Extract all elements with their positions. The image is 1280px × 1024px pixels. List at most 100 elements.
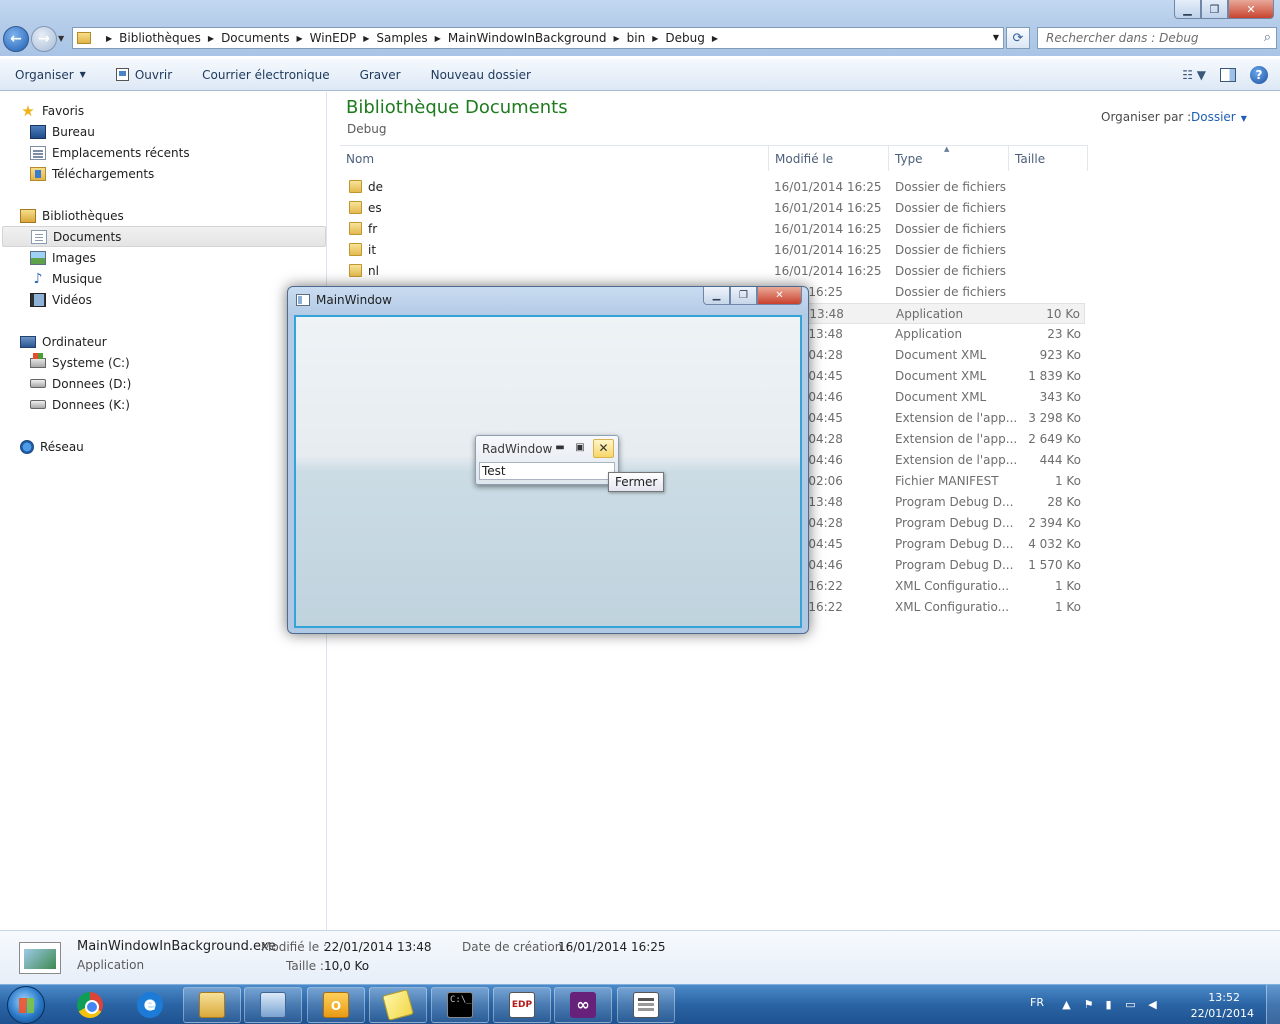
close-button[interactable]: ✕ bbox=[757, 287, 802, 305]
show-hidden-icons-icon[interactable]: ▲ bbox=[1060, 998, 1073, 1011]
column-label: Modifié le bbox=[775, 152, 834, 166]
arrange-by-dropdown[interactable]: Dossier ▼ bbox=[1191, 110, 1247, 124]
file-row[interactable]: it 16/01/2014 16:25 Dossier de fichiers bbox=[341, 240, 1085, 261]
column-header-size[interactable]: Taille bbox=[1009, 145, 1088, 171]
taskbar-windows-explorer[interactable] bbox=[183, 987, 241, 1023]
chevron-right-icon[interactable]: ▶ bbox=[208, 34, 214, 43]
breadcrumb-winedp[interactable]: WinEDP bbox=[310, 31, 357, 45]
recent-pages-dropdown[interactable]: ▼ bbox=[58, 34, 64, 43]
taskbar-micro-edp[interactable]: EDP bbox=[493, 987, 551, 1023]
maximize-button[interactable]: ❐ bbox=[730, 287, 757, 305]
rad-window-close-button[interactable]: ✕ bbox=[593, 439, 614, 458]
file-type: Fichier MANIFEST bbox=[895, 474, 999, 488]
column-header-modified[interactable]: Modifié le bbox=[769, 145, 889, 171]
nav-music[interactable]: ♪ Musique bbox=[30, 268, 103, 289]
search-placeholder: Rechercher dans : Debug bbox=[1046, 31, 1199, 45]
breadcrumb-mainwindowinbackground[interactable]: MainWindowInBackground bbox=[448, 31, 607, 45]
maximize-button[interactable]: ❐ bbox=[1201, 0, 1228, 19]
nav-network[interactable]: Réseau bbox=[20, 436, 84, 457]
rad-window-content: Test bbox=[479, 462, 615, 480]
open-button[interactable]: Ouvrir bbox=[101, 59, 187, 91]
clock-date[interactable]: 22/01/2014 bbox=[1191, 1007, 1254, 1020]
taskbar-command-prompt[interactable]: C:\_ bbox=[431, 987, 489, 1023]
back-button[interactable]: ← bbox=[3, 26, 29, 52]
show-desktop-button[interactable] bbox=[1266, 985, 1280, 1024]
minimize-button[interactable]: ▁ bbox=[1174, 0, 1201, 19]
taskbar-application[interactable] bbox=[617, 987, 675, 1023]
breadcrumb-libraries[interactable]: Bibliothèques bbox=[119, 31, 201, 45]
nav-drive-c[interactable]: Systeme (C:) bbox=[30, 352, 130, 373]
nav-documents[interactable]: Documents bbox=[2, 226, 326, 247]
taskbar-outlook[interactable]: O bbox=[307, 987, 365, 1023]
network-tray-icon[interactable]: ▭ bbox=[1124, 998, 1137, 1011]
open-label: Ouvrir bbox=[134, 67, 173, 82]
help-icon[interactable]: ? bbox=[1250, 66, 1268, 84]
nav-drive-k[interactable]: Donnees (K:) bbox=[30, 394, 130, 415]
nav-label: Images bbox=[52, 250, 96, 265]
rad-window-minimize-button[interactable]: ▬ bbox=[553, 440, 567, 456]
breadcrumb-debug[interactable]: Debug bbox=[665, 31, 704, 45]
address-history-dropdown[interactable]: ▼ bbox=[993, 33, 999, 42]
taskbar-internet-explorer[interactable]: e bbox=[121, 987, 179, 1023]
preview-pane-icon[interactable] bbox=[1220, 68, 1236, 82]
taskbar-network-connections[interactable] bbox=[244, 987, 302, 1023]
nav-computer[interactable]: Ordinateur bbox=[20, 331, 107, 352]
nav-images[interactable]: Images bbox=[30, 247, 96, 268]
change-view-icon[interactable]: ☷ ▼ bbox=[1182, 68, 1206, 82]
chevron-right-icon[interactable]: ▶ bbox=[712, 34, 718, 43]
chevron-right-icon[interactable]: ▶ bbox=[363, 34, 369, 43]
search-input[interactable]: Rechercher dans : Debug ⌕ bbox=[1037, 27, 1277, 49]
nav-favorites[interactable]: ★ Favoris bbox=[20, 100, 84, 121]
nav-downloads[interactable]: Téléchargements bbox=[30, 163, 154, 184]
volume-icon[interactable]: ◀ bbox=[1146, 998, 1159, 1011]
search-icon[interactable]: ⌕ bbox=[1264, 30, 1271, 45]
images-icon bbox=[30, 250, 46, 265]
file-type: Document XML bbox=[895, 390, 987, 404]
breadcrumb-documents[interactable]: Documents bbox=[221, 31, 289, 45]
nav-drive-d[interactable]: Donnees (D:) bbox=[30, 373, 131, 394]
power-icon[interactable]: ▮ bbox=[1102, 998, 1115, 1011]
file-type: Program Debug D... bbox=[895, 537, 1014, 551]
action-center-icon[interactable]: ⚑ bbox=[1082, 998, 1095, 1011]
file-type: Dossier de fichiers bbox=[895, 222, 1007, 236]
breadcrumb-bin[interactable]: bin bbox=[627, 31, 646, 45]
chevron-right-icon[interactable]: ▶ bbox=[435, 34, 441, 43]
rad-window-maximize-button[interactable]: ▣ bbox=[573, 440, 587, 456]
rad-window[interactable]: RadWindow ▬ ▣ ✕ Test bbox=[475, 435, 619, 485]
organize-button[interactable]: Organiser ▼ bbox=[0, 59, 101, 91]
language-indicator[interactable]: FR bbox=[1030, 996, 1044, 1009]
nav-videos[interactable]: Vidéos bbox=[30, 289, 92, 310]
minimize-button[interactable]: ▁ bbox=[703, 287, 730, 305]
clock-time[interactable]: 13:52 bbox=[1208, 991, 1240, 1004]
new-folder-button[interactable]: Nouveau dossier bbox=[416, 59, 546, 91]
chevron-right-icon[interactable]: ▶ bbox=[106, 34, 112, 43]
file-row[interactable]: nl 16/01/2014 16:25 Dossier de fichiers bbox=[341, 261, 1085, 282]
file-type: Dossier de fichiers bbox=[895, 180, 1007, 194]
chevron-right-icon[interactable]: ▶ bbox=[652, 34, 658, 43]
nav-recent-places[interactable]: Emplacements récents bbox=[30, 142, 190, 163]
column-label: Type bbox=[895, 152, 923, 166]
taskbar-chrome[interactable] bbox=[61, 987, 119, 1023]
column-header-name[interactable]: Nom bbox=[340, 145, 769, 171]
window-icon bbox=[296, 294, 310, 306]
nav-libraries[interactable]: Bibliothèques bbox=[20, 205, 124, 226]
command-bar: Organiser ▼ Ouvrir Courrier électronique … bbox=[0, 59, 1280, 91]
nav-desktop[interactable]: Bureau bbox=[30, 121, 95, 142]
refresh-button[interactable]: ⟳ bbox=[1006, 27, 1030, 49]
taskbar-sticky-notes[interactable] bbox=[369, 987, 427, 1023]
file-size: 3 298 Ko bbox=[1028, 411, 1081, 425]
forward-button[interactable]: → bbox=[31, 26, 57, 52]
chevron-right-icon[interactable]: ▶ bbox=[614, 34, 620, 43]
address-bar[interactable]: ▶ Bibliothèques ▶ Documents ▶ WinEDP ▶ S… bbox=[72, 27, 1004, 49]
start-button[interactable] bbox=[7, 986, 45, 1024]
close-button[interactable]: ✕ bbox=[1228, 0, 1274, 19]
file-row[interactable]: fr 16/01/2014 16:25 Dossier de fichiers bbox=[341, 219, 1085, 240]
chevron-right-icon[interactable]: ▶ bbox=[296, 34, 302, 43]
taskbar-visual-studio[interactable]: ∞ bbox=[554, 987, 612, 1023]
file-row[interactable]: de 16/01/2014 16:25 Dossier de fichiers bbox=[341, 177, 1085, 198]
details-modified-value: 22/01/2014 13:48 bbox=[324, 940, 432, 954]
breadcrumb-samples[interactable]: Samples bbox=[376, 31, 427, 45]
email-button[interactable]: Courrier électronique bbox=[187, 59, 344, 91]
file-row[interactable]: es 16/01/2014 16:25 Dossier de fichiers bbox=[341, 198, 1085, 219]
burn-button[interactable]: Graver bbox=[345, 59, 416, 91]
